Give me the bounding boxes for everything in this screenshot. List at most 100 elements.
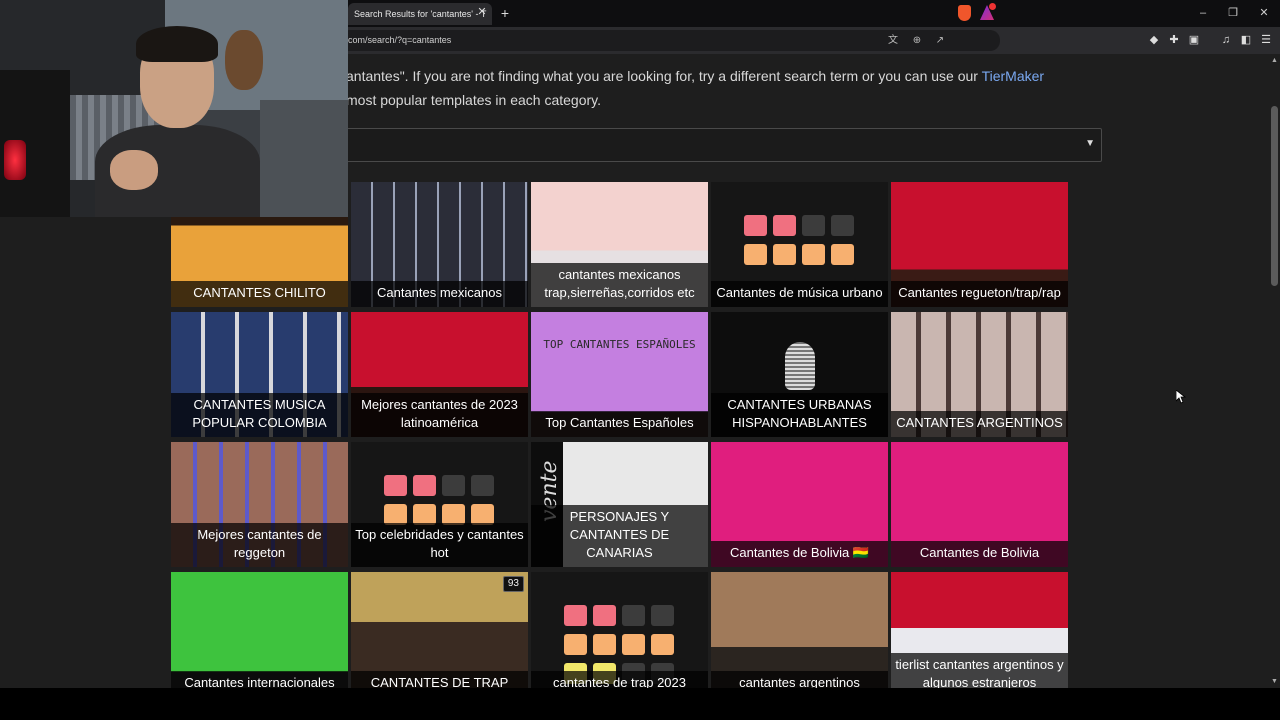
- microphone-icon: [785, 342, 815, 390]
- template-tile[interactable]: tierlist cantantes argentinos y algunos …: [891, 572, 1068, 688]
- letterbox-bar: [0, 688, 1280, 720]
- address-bar-url: com/search/?q=cantantes: [348, 35, 452, 45]
- share-icon[interactable]: ↗: [933, 34, 947, 48]
- window-restore-button[interactable]: ❐: [1225, 5, 1241, 21]
- tile-caption: Mejores cantantes de 2023 latinoamérica: [351, 393, 528, 437]
- tier-color-square: [831, 215, 854, 236]
- tile-caption: CANTANTES ARGENTINOS: [891, 411, 1068, 437]
- tier-color-square: [384, 475, 407, 496]
- tile-caption: Cantantes mexicanos: [351, 281, 528, 307]
- tier-color-square: [744, 244, 767, 265]
- tier-color-square: [773, 244, 796, 265]
- brave-shields-icon[interactable]: [958, 5, 971, 21]
- tier-color-square: [651, 605, 674, 626]
- template-tile[interactable]: Top celebridades y cantantes hot: [351, 442, 528, 567]
- translate-icon[interactable]: 文: [886, 34, 900, 48]
- template-tile[interactable]: cantantes de trap 2023: [531, 572, 708, 688]
- tier-color-square: [831, 244, 854, 265]
- template-tile[interactable]: TOP CANTANTES ESPAÑOLES Top Cantantes Esp…: [531, 312, 708, 437]
- sidebar-icon[interactable]: ◧: [1239, 33, 1253, 47]
- extensions-icon[interactable]: ✚: [1167, 33, 1181, 47]
- tier-color-square: [622, 634, 645, 655]
- window-minimize-button[interactable]: –: [1195, 5, 1211, 21]
- template-tile[interactable]: 93 CANTANTES DE TRAP: [351, 572, 528, 688]
- tile-caption: cantantes mexicanos trap,sierreñas,corri…: [531, 263, 708, 307]
- category-select[interactable]: ▼: [346, 128, 1102, 162]
- webcam-overlay: [0, 0, 348, 217]
- tile-caption: Cantantes de música urbano: [711, 281, 888, 307]
- tab-title: Search Results for 'cantantes' - T: [354, 9, 487, 19]
- scrollbar-thumb[interactable]: [1271, 106, 1278, 286]
- template-tile[interactable]: CANTANTES URBANAS HISPANOHABLANTES: [711, 312, 888, 437]
- screen: Search Results for 'cantantes' - T ✕ + –…: [0, 0, 1280, 720]
- tier-color-square: [471, 475, 494, 496]
- rewards-notification-dot: [989, 3, 996, 10]
- tier-color-square: [384, 504, 407, 525]
- template-tile[interactable]: Cantantes de Bolivia: [891, 442, 1068, 567]
- tiermaker-link[interactable]: TierMaker: [982, 68, 1045, 84]
- thumbnail-text: TOP CANTANTES ESPAÑOLES: [543, 338, 696, 351]
- template-tile[interactable]: cantantes argentinos: [711, 572, 888, 688]
- intro-line-2: most popular templates in each category.: [346, 92, 601, 108]
- tier-color-square: [773, 215, 796, 236]
- window-close-button[interactable]: ✕: [1256, 5, 1272, 21]
- tile-caption: tierlist cantantes argentinos y algunos …: [891, 653, 1068, 688]
- tile-caption: Top celebridades y cantantes hot: [351, 523, 528, 567]
- tier-color-square: [442, 475, 465, 496]
- leo-ai-icon[interactable]: ◆: [1147, 33, 1161, 47]
- scroll-down-icon[interactable]: ▼: [1269, 677, 1280, 687]
- template-tile[interactable]: Cantantes mexicanos: [351, 182, 528, 307]
- tier-color-square: [413, 475, 436, 496]
- wallet-icon[interactable]: ▣: [1187, 33, 1201, 47]
- template-tile[interactable]: Mejores cantantes de reggeton: [171, 442, 348, 567]
- scroll-up-icon[interactable]: ▲: [1269, 56, 1280, 66]
- tier-color-square: [413, 504, 436, 525]
- mouse-cursor-icon: [1175, 389, 1187, 409]
- template-tile[interactable]: CANTANTES MUSICA POPULAR COLOMBIA: [171, 312, 348, 437]
- tab-close-icon[interactable]: ✕: [476, 5, 488, 19]
- tile-caption: CANTANTES DE TRAP: [351, 671, 528, 688]
- tile-caption: Cantantes regueton/trap/rap: [891, 281, 1068, 307]
- menu-icon[interactable]: ☰: [1259, 33, 1273, 47]
- tile-count-badge: 93: [502, 576, 524, 592]
- new-tab-button[interactable]: +: [498, 4, 512, 22]
- tile-caption: Cantantes de Bolivia: [891, 541, 1068, 567]
- media-icon[interactable]: ♫: [1219, 33, 1233, 47]
- tile-caption: PERSONAJES Y CANTANTES DE CANARIAS: [531, 505, 708, 567]
- tile-caption: Top Cantantes Españoles: [531, 411, 708, 437]
- search-intro-text: antantes". If you are not finding what y…: [346, 64, 1066, 112]
- template-tile[interactable]: Cantantes de Bolivia 🇧🇴: [711, 442, 888, 567]
- tier-color-square: [802, 215, 825, 236]
- template-tile[interactable]: Cantantes de música urbano: [711, 182, 888, 307]
- chevron-down-icon: ▼: [1085, 138, 1095, 149]
- tile-caption: CANTANTES CHILITO: [171, 281, 348, 307]
- page-left-margin: [0, 217, 170, 687]
- tile-caption: cantantes de trap 2023: [531, 671, 708, 688]
- tile-caption: Cantantes de Bolivia 🇧🇴: [711, 541, 888, 567]
- tile-caption: Mejores cantantes de reggeton: [171, 523, 348, 567]
- template-tile[interactable]: cantantes mexicanos trap,sierreñas,corri…: [531, 182, 708, 307]
- tile-caption: cantantes argentinos: [711, 671, 888, 688]
- tier-color-square: [744, 215, 767, 236]
- zoom-icon[interactable]: ⊕: [910, 34, 924, 48]
- tier-color-square: [802, 244, 825, 265]
- tier-color-square: [593, 634, 616, 655]
- browser-tab[interactable]: Search Results for 'cantantes' - T: [348, 3, 492, 25]
- template-tile[interactable]: Cantantes internacionales: [171, 572, 348, 688]
- template-tile[interactable]: Mejores cantantes de 2023 latinoamérica: [351, 312, 528, 437]
- tile-caption: CANTANTES URBANAS HISPANOHABLANTES: [711, 393, 888, 437]
- tier-color-square: [564, 634, 587, 655]
- intro-line-1: antantes". If you are not finding what y…: [346, 68, 982, 84]
- template-tile[interactable]: CANTANTES ARGENTINOS: [891, 312, 1068, 437]
- template-tile[interactable]: Cantantes regueton/trap/rap: [891, 182, 1068, 307]
- tile-caption: Cantantes internacionales: [171, 671, 348, 688]
- template-tile[interactable]: vente PERSONAJES Y CANTANTES DE CANARIAS: [531, 442, 708, 567]
- tier-color-square: [593, 605, 616, 626]
- tier-color-square: [564, 605, 587, 626]
- address-bar[interactable]: com/search/?q=cantantes 文 ⊕ ↗: [340, 30, 1000, 51]
- tier-color-square: [471, 504, 494, 525]
- tile-caption: CANTANTES MUSICA POPULAR COLOMBIA: [171, 393, 348, 437]
- tier-color-square: [622, 605, 645, 626]
- tier-color-square: [651, 634, 674, 655]
- tier-color-square: [442, 504, 465, 525]
